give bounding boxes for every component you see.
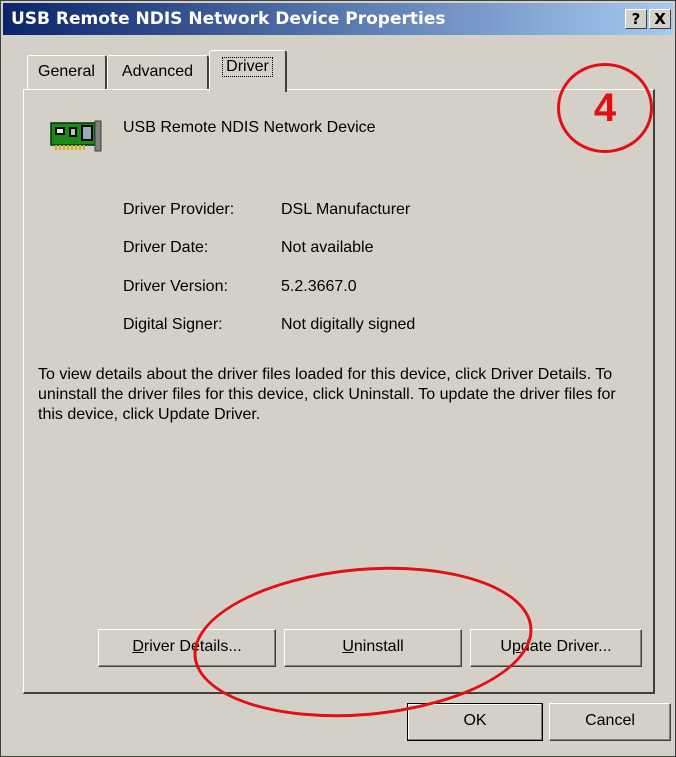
ok-button[interactable]: OK [407,703,543,741]
tab-label: Advanced [121,63,194,80]
digital-signer-value: Not digitally signed [281,316,416,333]
driver-provider-label: Driver Provider: [123,201,235,218]
tab-advanced[interactable]: Advanced [107,55,209,89]
driver-description-text: To view details about the driver files l… [38,366,616,423]
tab-label: Driver [222,57,273,77]
button-label-accel: D [132,638,144,655]
tab-general[interactable]: General [27,55,107,89]
driver-provider-value: DSL Manufacturer [281,201,411,218]
cancel-button[interactable]: Cancel [549,703,671,741]
driver-date-value: Not available [281,239,374,256]
network-adapter-icon [50,120,102,152]
window-title: USB Remote NDIS Network Device Propertie… [11,9,446,29]
close-button[interactable]: X [649,9,671,29]
help-icon: ? [631,10,641,28]
tab-label: General [38,63,95,80]
digital-signer-label: Digital Signer: [123,316,223,333]
driver-date-label: Driver Date: [123,239,209,256]
button-label-post: date Driver... [520,638,612,655]
close-icon: X [654,10,666,28]
driver-version-value: 5.2.3667.0 [281,278,357,295]
help-button[interactable]: ? [625,9,647,29]
title-bar[interactable]: USB Remote NDIS Network Device Propertie… [3,3,673,35]
tab-driver[interactable]: Driver [209,50,287,92]
driver-version-label: Driver Version: [123,278,228,295]
device-name: USB Remote NDIS Network Device [123,119,376,136]
step-number: 4 [593,86,617,130]
